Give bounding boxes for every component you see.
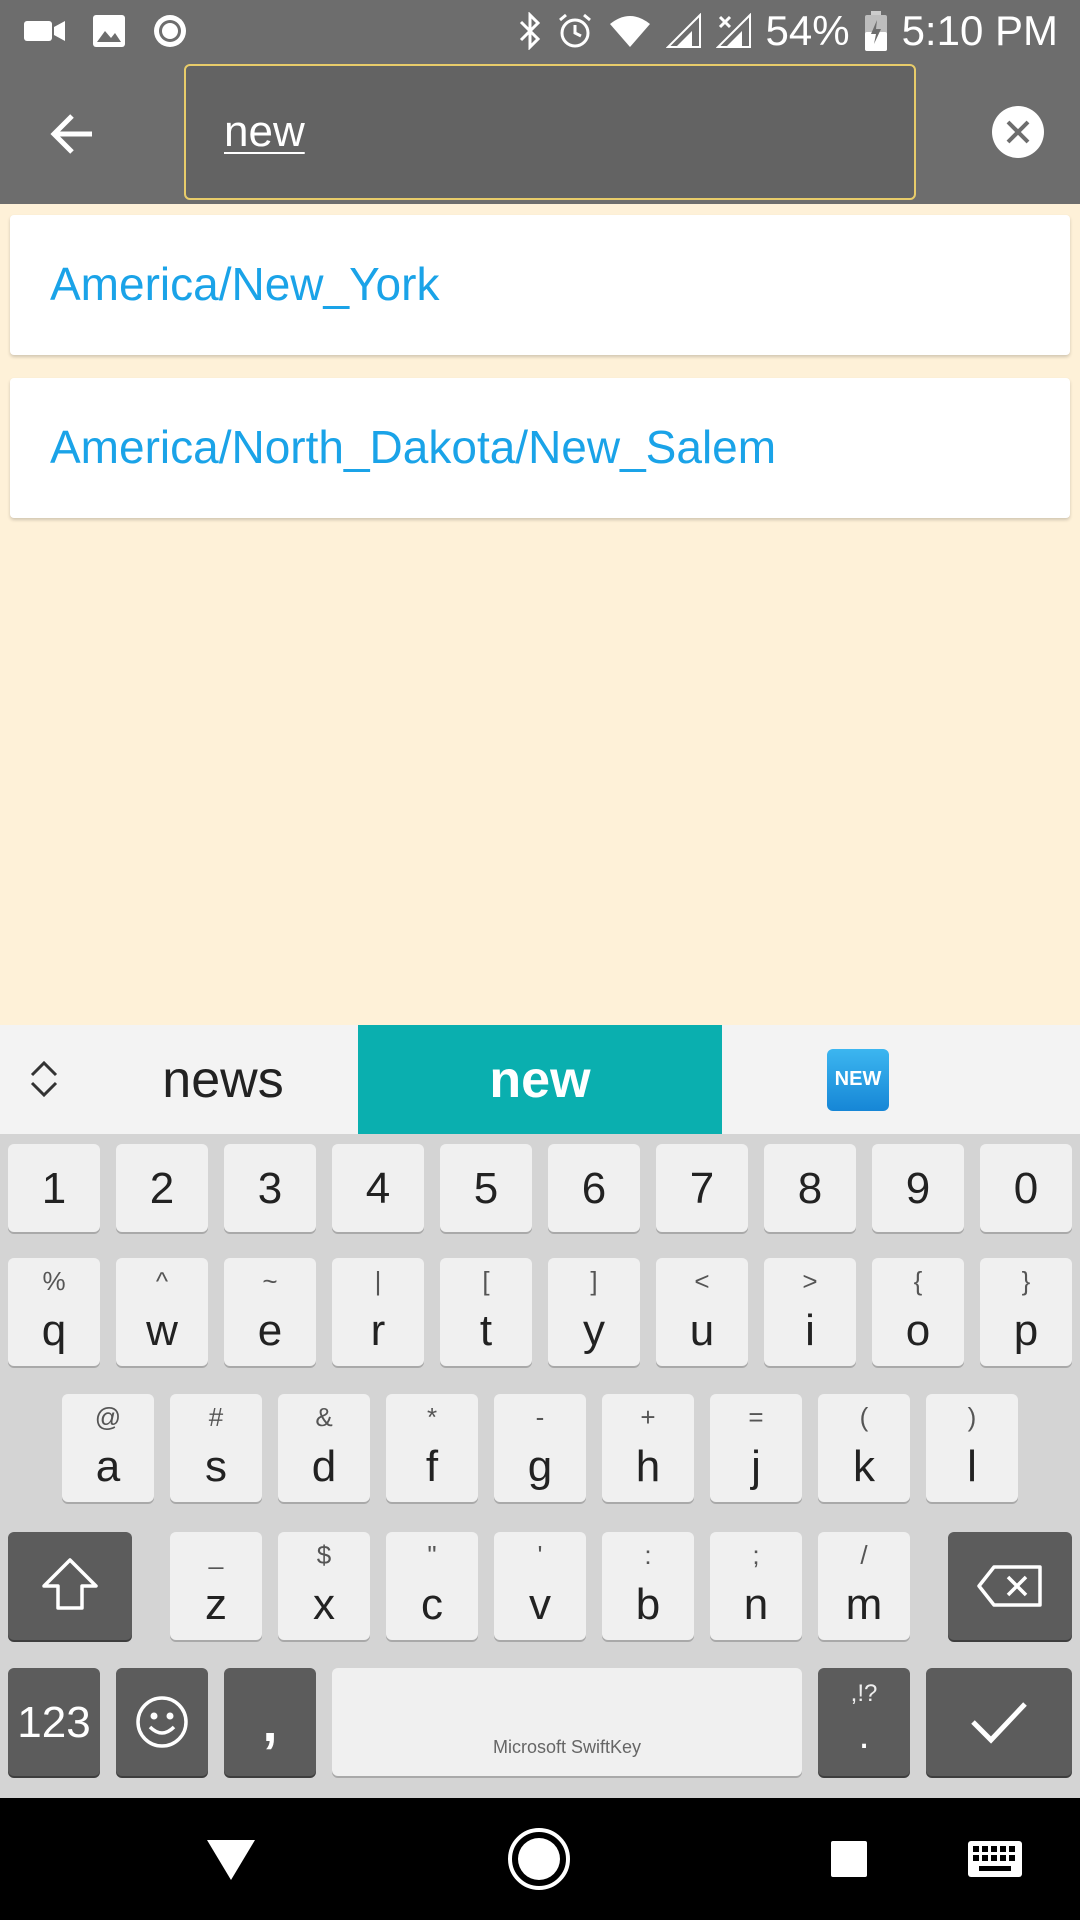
cell-signal-icon [665, 13, 702, 49]
key-r[interactable]: | r [332, 1258, 424, 1366]
battery-icon [864, 10, 888, 52]
key-z[interactable]: _ z [170, 1532, 262, 1640]
clear-icon [1006, 120, 1030, 144]
keyboard-icon [968, 1841, 1022, 1877]
clear-search-button[interactable] [992, 106, 1044, 158]
keyboard-suggestion-bar: news new NEW [0, 1025, 1080, 1134]
nav-home-circle-icon [508, 1828, 570, 1890]
backspace-key[interactable] [948, 1532, 1072, 1640]
key-b[interactable]: :b [602, 1532, 694, 1640]
key-c[interactable]: " c [386, 1532, 478, 1640]
keyboard: 1 2 3 4 5 6 7 8 9 0 % q ^ w ~ e | r [t ] y < u… [0, 1134, 1080, 1798]
wifi-icon [608, 14, 652, 48]
key-6[interactable]: 6 [548, 1144, 640, 1232]
key-h[interactable]: + h [602, 1394, 694, 1502]
comma-key[interactable]: , [224, 1668, 316, 1776]
key-w[interactable]: ^ w [116, 1258, 208, 1366]
expand-toolbar-button[interactable] [18, 1051, 70, 1107]
emoji-key[interactable] [116, 1668, 208, 1776]
navigation-bar [0, 1798, 1080, 1920]
key-y[interactable]: ] y [548, 1258, 640, 1366]
key-p[interactable]: } p [980, 1258, 1072, 1366]
search-field-container [184, 64, 916, 200]
space-key[interactable]: Microsoft SwiftKey [332, 1668, 802, 1776]
key-t[interactable]: [t [440, 1258, 532, 1366]
result-item-label: America/New_York [50, 258, 440, 310]
backspace-icon [977, 1565, 1042, 1607]
key-g[interactable]: -g [494, 1394, 586, 1502]
nav-back-button[interactable] [196, 1824, 266, 1894]
nav-back-triangle-icon [207, 1840, 255, 1880]
period-key[interactable]: ,!? . [818, 1668, 910, 1776]
key-i[interactable]: > i [764, 1258, 856, 1366]
key-2[interactable]: 2 [116, 1144, 208, 1232]
key-7[interactable]: 7 [656, 1144, 748, 1232]
video-camera-icon [24, 18, 66, 44]
key-3[interactable]: 3 [224, 1144, 316, 1232]
key-9[interactable]: 9 [872, 1144, 964, 1232]
key-n[interactable]: ; n [710, 1532, 802, 1640]
nav-recents-button[interactable] [814, 1824, 884, 1894]
smiley-icon [136, 1696, 188, 1748]
nav-recents-square-icon [831, 1841, 867, 1877]
record-icon [152, 13, 188, 49]
keyboard-switch-button[interactable] [960, 1824, 1030, 1894]
key-j[interactable]: = j [710, 1394, 802, 1502]
result-item-new-salem[interactable]: America/North_Dakota/New_Salem [10, 378, 1070, 518]
key-0[interactable]: 0 [980, 1144, 1072, 1232]
key-m[interactable]: / m [818, 1532, 910, 1640]
back-button[interactable] [36, 98, 108, 170]
key-o[interactable]: {o [872, 1258, 964, 1366]
key-8[interactable]: 8 [764, 1144, 856, 1232]
key-u[interactable]: < u [656, 1258, 748, 1366]
shift-icon [42, 1558, 98, 1610]
key-1[interactable]: 1 [8, 1144, 100, 1232]
nav-home-button[interactable] [504, 1824, 574, 1894]
checkmark-icon [971, 1702, 1027, 1744]
new-button-emoji: NEW [827, 1048, 889, 1111]
key-f[interactable]: * f [386, 1394, 478, 1502]
suggestion-new-emoji[interactable]: NEW [724, 1025, 992, 1134]
key-4[interactable]: 4 [332, 1144, 424, 1232]
enter-key[interactable] [926, 1668, 1072, 1776]
status-bar: 54% 5:10 PM [0, 0, 1080, 62]
suggestion-news[interactable]: news [92, 1025, 354, 1134]
image-icon [92, 14, 126, 48]
key-l[interactable]: ) l [926, 1394, 1018, 1502]
result-item-new-york[interactable]: America/New_York [10, 215, 1070, 355]
key-k[interactable]: (k [818, 1394, 910, 1502]
key-d[interactable]: & d [278, 1394, 370, 1502]
arrow-back-icon [50, 114, 92, 154]
search-app-bar [0, 62, 1080, 204]
result-item-label: America/North_Dakota/New_Salem [50, 421, 777, 473]
chevron-up-down-icon [30, 1060, 58, 1098]
cell-signal-x-icon [715, 13, 752, 49]
shift-key[interactable] [8, 1532, 132, 1640]
alarm-icon [556, 12, 594, 50]
key-v[interactable]: ' v [494, 1532, 586, 1640]
suggestion-new[interactable]: new [358, 1025, 722, 1134]
search-input[interactable] [224, 98, 864, 166]
key-a[interactable]: @ a [62, 1394, 154, 1502]
key-s[interactable]: # s [170, 1394, 262, 1502]
key-5[interactable]: 5 [440, 1144, 532, 1232]
key-q[interactable]: % q [8, 1258, 100, 1366]
clock-time: 5:10 PM [901, 7, 1058, 54]
key-x[interactable]: $ x [278, 1532, 370, 1640]
bluetooth-icon [518, 12, 542, 50]
battery-percent: 54% [765, 7, 850, 54]
key-e[interactable]: ~ e [224, 1258, 316, 1366]
numbers-key[interactable]: 123 [8, 1668, 100, 1776]
